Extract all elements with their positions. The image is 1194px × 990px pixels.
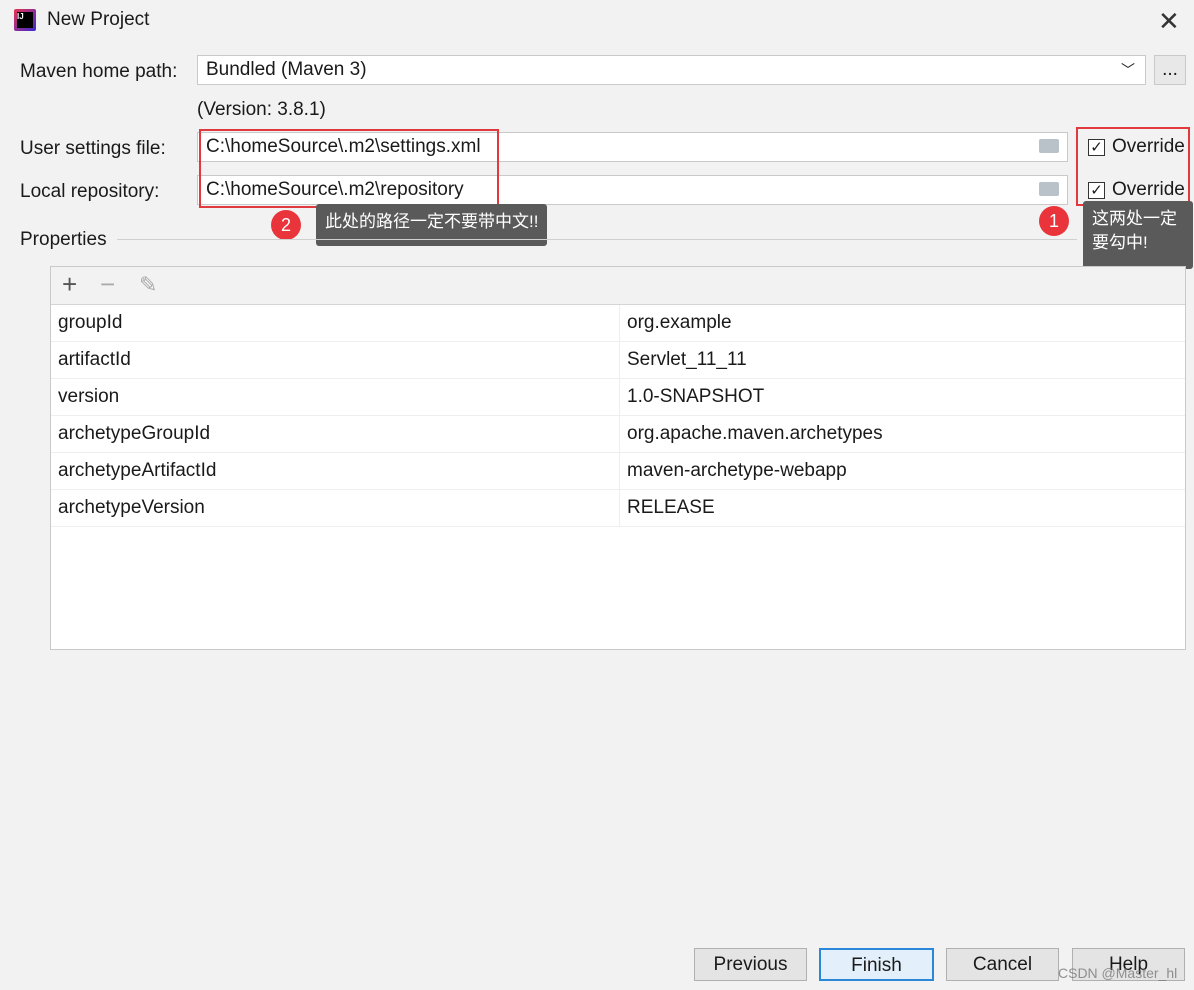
properties-table: groupId org.example artifactId Servlet_11_1… [51,305,1185,527]
highlight-paths [199,129,499,208]
property-value[interactable]: org.example [619,305,1185,342]
watermark: CSDN @Master_hl [1058,965,1178,981]
remove-icon[interactable]: − [100,269,115,300]
table-row[interactable]: groupId org.example [51,305,1185,342]
property-value[interactable]: Servlet_11_11 [619,341,1185,379]
close-icon[interactable]: ✕ [1158,6,1180,37]
maven-home-value: Bundled (Maven 3) [206,59,367,80]
browse-button[interactable]: ... [1154,55,1186,85]
table-row[interactable]: archetypeVersion RELEASE [51,489,1185,527]
property-key[interactable]: archetypeGroupId [51,415,620,453]
maven-home-select[interactable]: Bundled (Maven 3) ﹀ [197,55,1146,85]
property-key[interactable]: artifactId [51,341,620,379]
annotation-tip-1: 这两处一定要勾中! [1083,201,1193,269]
annotation-badge-1: 1 [1039,206,1069,236]
app-icon: IJ [14,9,36,31]
previous-button[interactable]: Previous [694,948,807,981]
highlight-override [1076,127,1190,206]
properties-title: Properties [20,229,107,250]
property-value[interactable]: org.apache.maven.archetypes [619,415,1185,453]
user-settings-label: User settings file: [20,138,166,159]
property-value[interactable]: 1.0-SNAPSHOT [619,378,1185,416]
edit-icon[interactable]: ✎ [139,272,157,298]
property-key[interactable]: version [51,378,620,416]
maven-version: (Version: 3.8.1) [197,99,326,120]
property-value[interactable]: RELEASE [619,489,1185,527]
table-row[interactable]: version 1.0-SNAPSHOT [51,378,1185,416]
property-key[interactable]: archetypeArtifactId [51,452,620,490]
local-repo-label: Local repository: [20,181,160,202]
properties-toolbar: + − ✎ [51,267,1185,305]
property-value[interactable]: maven-archetype-webapp [619,452,1185,490]
annotation-badge-2: 2 [271,210,301,240]
table-row[interactable]: archetypeArtifactId maven-archetype-webap… [51,452,1185,490]
folder-icon[interactable] [1039,182,1059,196]
finish-button[interactable]: Finish [819,948,934,981]
property-key[interactable]: groupId [51,305,620,342]
add-icon[interactable]: + [62,269,77,300]
properties-panel: + − ✎ groupId org.example artifactId Servle… [50,266,1186,650]
folder-icon[interactable] [1039,139,1059,153]
table-row[interactable]: archetypeGroupId org.apache.maven.archety… [51,415,1185,453]
table-row[interactable]: artifactId Servlet_11_11 [51,341,1185,379]
property-key[interactable]: archetypeVersion [51,489,620,527]
maven-home-label: Maven home path: [20,61,178,82]
cancel-button[interactable]: Cancel [946,948,1059,981]
window-title: New Project [47,9,150,30]
chevron-down-icon: ﹀ [1121,62,1135,78]
properties-divider [117,239,1077,240]
